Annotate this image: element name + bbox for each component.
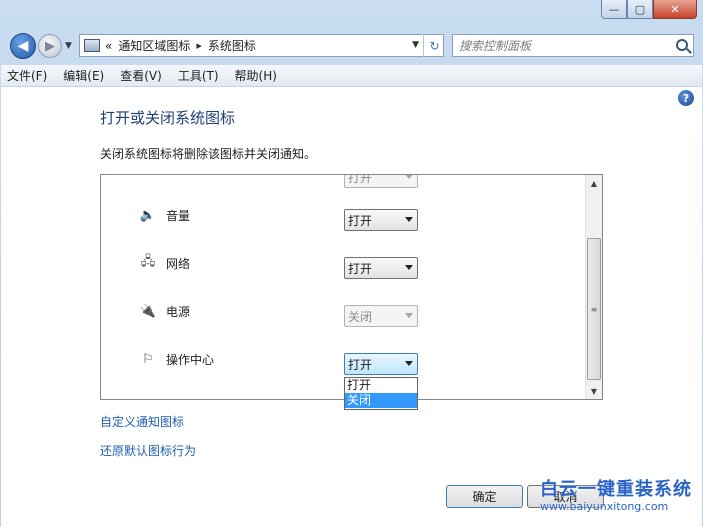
row-label: 电源 (166, 305, 191, 319)
system-icons-list[interactable]: 打开 🔈 音量 打开 🖧 网络 打开 🔌 电源 关闭 ⚐ 操作中心 打开 ▲ ≡… (100, 174, 603, 400)
vertical-scrollbar[interactable]: ▲ ≡ ▼ (585, 175, 602, 399)
menu-tools[interactable]: 工具(T) (178, 67, 219, 84)
search-placeholder: 搜索控制面板 (459, 39, 532, 53)
back-button[interactable]: ◀ (10, 33, 36, 59)
refresh-icon: ↻ (429, 38, 440, 53)
combo-value: 关闭 (348, 309, 373, 324)
power-behavior-select: 关闭 (344, 305, 418, 327)
minimize-button[interactable]: — (601, 0, 627, 19)
menu-edit[interactable]: 编辑(E) (63, 67, 104, 84)
search-icon[interactable] (676, 39, 688, 51)
row-label: 网络 (166, 257, 191, 271)
control-panel-icon (84, 39, 100, 52)
combo-value: 打开 (348, 213, 373, 228)
watermark-url: www.baiyunxitong.com (540, 500, 669, 513)
dropdown-option-on[interactable]: 打开 (345, 378, 417, 393)
search-input[interactable]: 搜索控制面板 (452, 34, 694, 57)
action-center-behavior-select[interactable]: 打开 (344, 353, 418, 375)
breadcrumb-separator[interactable]: ▸ (196, 39, 202, 52)
arrow-right-icon: ▶ (45, 38, 55, 54)
forward-button[interactable]: ▶ (38, 34, 62, 58)
chevron-down-icon (405, 265, 413, 270)
watermark-title: 白云一键重装系统 (540, 479, 692, 500)
chevron-down-icon (405, 361, 413, 366)
address-bar[interactable]: « 通知区域图标 ▸ 系统图标 ▼ (79, 34, 444, 57)
row-label: 音量 (166, 209, 191, 223)
close-button[interactable]: ✕ (653, 0, 697, 19)
menu-file[interactable]: 文件(F) (7, 67, 47, 84)
breadcrumb-system-icons[interactable]: 系统图标 (208, 37, 256, 54)
row-label: 操作中心 (166, 353, 215, 367)
breadcrumb-notification-area-icons[interactable]: 通知区域图标 (118, 37, 190, 54)
menu-view[interactable]: 查看(V) (120, 67, 162, 84)
recent-pages-dropdown[interactable]: ▼ (65, 41, 72, 51)
menu-bar: 文件(F) 编辑(E) 查看(V) 工具(T) 帮助(H) (1, 65, 702, 87)
partially-visible-combo[interactable]: 打开 (344, 174, 418, 188)
breadcrumb-overflow[interactable]: « (105, 39, 112, 53)
chevron-down-icon (405, 313, 413, 318)
combo-value: 打开 (348, 174, 373, 185)
title-bar: — ▢ ✕ (0, 0, 703, 30)
help-icon[interactable]: ? (678, 90, 694, 106)
chevron-down-icon (405, 175, 413, 179)
volume-behavior-select[interactable]: 打开 (344, 209, 418, 231)
window-frame: — ▢ ✕ ◀ ▶ ▼ « 通知区域图标 ▸ 系统图标 ▼ ↻ 搜索控制面板 文… (0, 0, 703, 527)
ok-button[interactable]: 确定 (446, 485, 523, 508)
menu-help[interactable]: 帮助(H) (235, 67, 277, 84)
content-pane: ? 打开或关闭系统图标 关闭系统图标将删除该图标并关闭通知。 打开 🔈 音量 打… (1, 87, 702, 527)
watermark-logo: 白云一键重装系统 www.baiyunxitong.com (540, 475, 692, 513)
navigation-bar: ◀ ▶ ▼ « 通知区域图标 ▸ 系统图标 ▼ ↻ 搜索控制面板 (0, 30, 703, 62)
scroll-thumb[interactable]: ≡ (587, 238, 601, 380)
restore-default-icon-behaviors-link[interactable]: 还原默认图标行为 (100, 442, 196, 459)
combo-value: 打开 (348, 357, 373, 372)
network-behavior-select[interactable]: 打开 (344, 257, 418, 279)
scroll-up-button[interactable]: ▲ (586, 175, 602, 191)
dropdown-option-off[interactable]: 关闭 (345, 393, 417, 408)
window-controls: — ▢ ✕ (601, 0, 697, 19)
network-icon: 🖧 (140, 254, 156, 269)
scroll-down-button[interactable]: ▼ (586, 383, 602, 399)
flag-icon: ⚐ (142, 351, 154, 367)
combo-value: 打开 (348, 261, 373, 276)
address-dropdown-icon[interactable]: ▼ (412, 40, 419, 50)
action-center-dropdown-list[interactable]: 打开 关闭 (344, 377, 418, 410)
speaker-icon: 🔈 (139, 207, 157, 223)
page-title: 打开或关闭系统图标 (100, 109, 236, 127)
arrow-left-icon: ◀ (17, 38, 29, 54)
chevron-down-icon (405, 217, 413, 222)
customize-notification-icons-link[interactable]: 自定义通知图标 (100, 413, 184, 430)
page-description: 关闭系统图标将删除该图标并关闭通知。 (100, 147, 317, 161)
refresh-button[interactable]: ↻ (423, 34, 445, 57)
power-icon: 🔌 (139, 303, 157, 319)
maximize-button[interactable]: ▢ (627, 0, 653, 19)
